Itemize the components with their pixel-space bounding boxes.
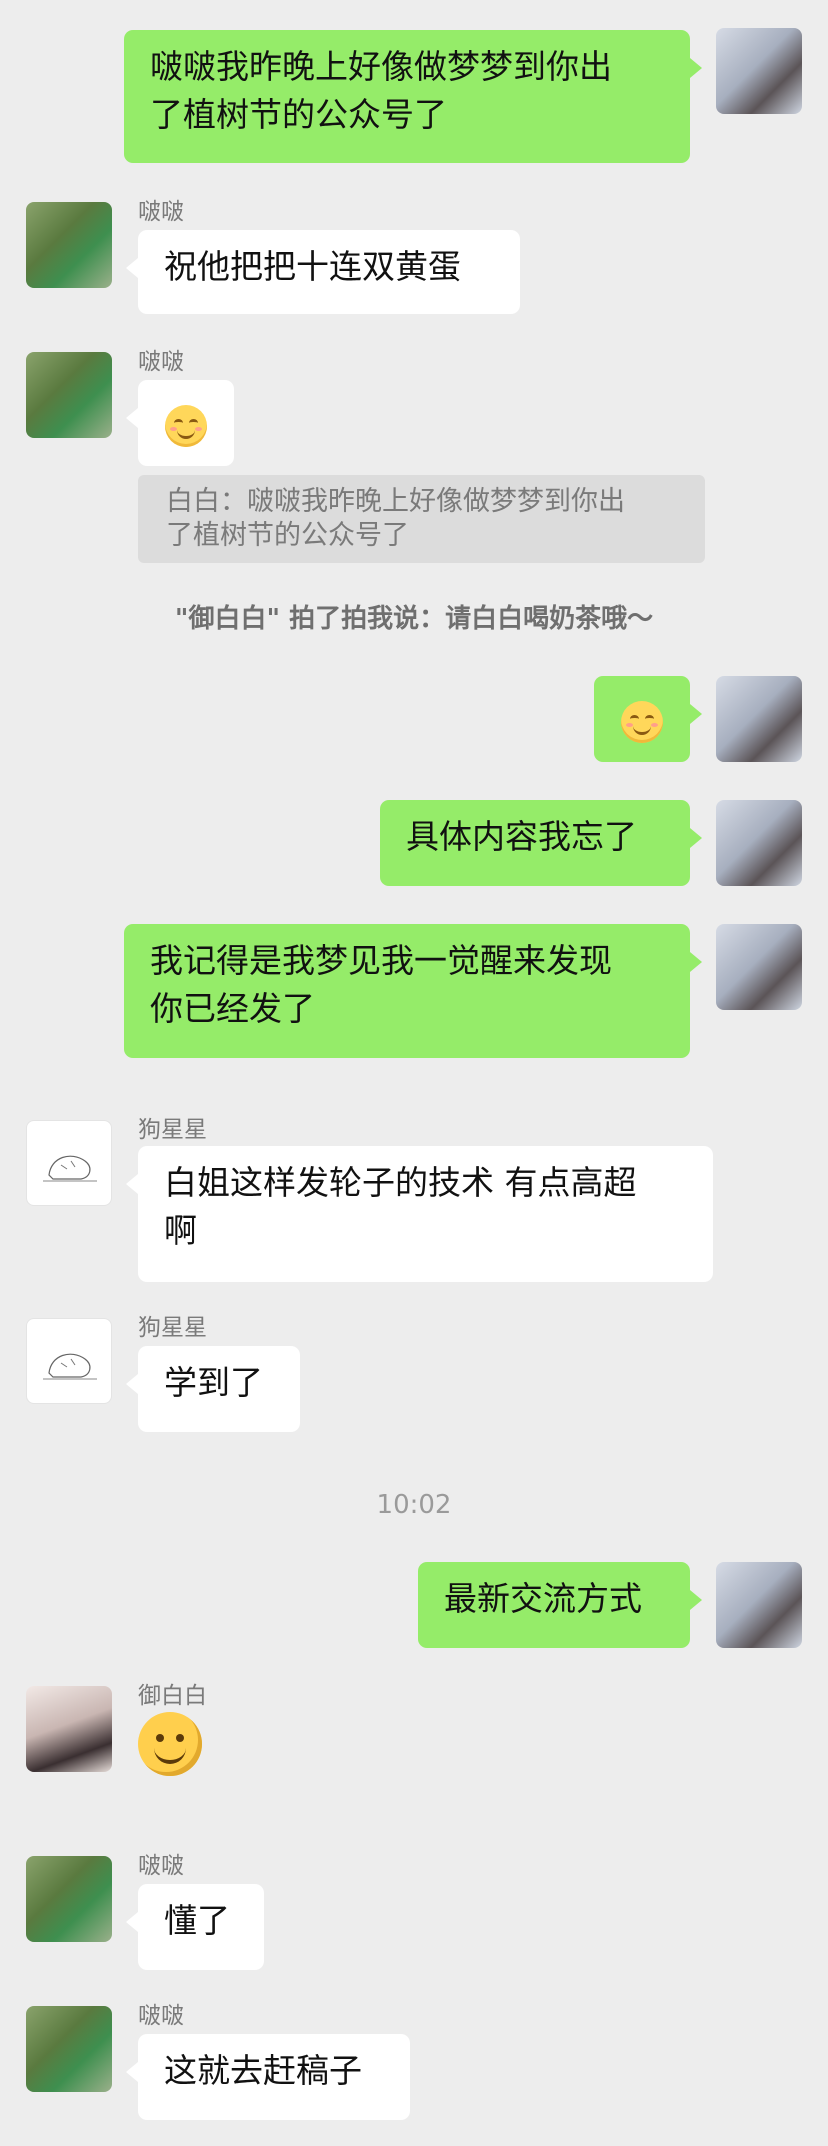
message-text: 具体内容我忘了 — [406, 817, 637, 856]
message-text: 祝他把把十连双黄蛋 — [164, 247, 461, 286]
smiling-face-emoji — [165, 404, 207, 447]
sender-name: 狗星星 — [138, 1315, 207, 1341]
message-bubble-self[interactable] — [594, 676, 702, 762]
message-text: 了植树节的公众号了 — [150, 95, 447, 134]
avatar-bobo[interactable] — [26, 352, 112, 438]
message-bubble-self[interactable]: 我记得是我梦见我一觉醒来发现 你已经发了 — [124, 924, 702, 1058]
message-bubble-other[interactable]: 学到了 — [126, 1346, 300, 1432]
message-bubble-other[interactable]: 这就去赶稿子 — [126, 2034, 410, 2120]
message-bubble-other[interactable]: 白姐这样发轮子的技术 有点高超 啊 — [126, 1146, 713, 1282]
message-bubble-self[interactable]: 啵啵我昨晚上好像做梦梦到你出 了植树节的公众号了 — [124, 30, 702, 163]
avatar-yu[interactable] — [26, 1686, 112, 1772]
grinning-face-sticker[interactable] — [138, 1712, 202, 1776]
avatar-self[interactable] — [716, 924, 802, 1010]
smiling-face-emoji — [621, 700, 663, 743]
message-text: 白姐这样发轮子的技术 有点高超 — [164, 1163, 637, 1202]
message-text: 啵啵我昨晚上好像做梦梦到你出 — [150, 47, 612, 86]
avatar-bobo[interactable] — [26, 2006, 112, 2092]
sender-name: 啵啵 — [138, 199, 184, 225]
quote-text: 白白：啵啵我昨晚上好像做梦梦到你出 — [166, 486, 625, 517]
quote-text: 了植树节的公众号了 — [166, 520, 409, 551]
message-text: 你已经发了 — [150, 989, 315, 1028]
avatar-self[interactable] — [716, 676, 802, 762]
sender-name: 狗星星 — [138, 1117, 207, 1143]
avatar-gou[interactable] — [26, 1120, 112, 1206]
avatar-self[interactable] — [716, 28, 802, 114]
message-text: 懂了 — [164, 1901, 230, 1940]
message-text: 我记得是我梦见我一觉醒来发现 — [150, 941, 612, 980]
message-text: 这就去赶稿子 — [164, 2051, 362, 2090]
sender-name: 御白白 — [138, 1683, 207, 1709]
avatar-bobo[interactable] — [26, 202, 112, 288]
message-text: 最新交流方式 — [444, 1579, 642, 1618]
system-message: "御白白" 拍了拍我说：请白白喝奶茶哦～ — [174, 604, 654, 634]
avatar-gou[interactable] — [26, 1318, 112, 1404]
avatar-self[interactable] — [716, 1562, 802, 1648]
sender-name: 啵啵 — [138, 1853, 184, 1879]
avatar-self[interactable] — [716, 800, 802, 886]
message-text: 学到了 — [164, 1363, 263, 1402]
avatar-bobo[interactable] — [26, 1856, 112, 1942]
message-bubble-self[interactable]: 最新交流方式 — [418, 1562, 702, 1648]
quoted-message[interactable]: 白白：啵啵我昨晚上好像做梦梦到你出 了植树节的公众号了 — [138, 475, 705, 563]
sender-name: 啵啵 — [138, 2003, 184, 2029]
message-bubble-other[interactable] — [126, 380, 234, 466]
doodle-illustration — [41, 1145, 99, 1185]
doodle-illustration — [41, 1343, 99, 1383]
sender-name: 啵啵 — [138, 349, 184, 375]
message-bubble-other[interactable]: 懂了 — [126, 1884, 264, 1970]
message-text: 啊 — [164, 1211, 197, 1250]
message-bubble-other[interactable]: 祝他把把十连双黄蛋 — [126, 230, 520, 314]
timestamp: 10:02 — [376, 1490, 452, 1520]
message-bubble-self[interactable]: 具体内容我忘了 — [380, 800, 702, 886]
